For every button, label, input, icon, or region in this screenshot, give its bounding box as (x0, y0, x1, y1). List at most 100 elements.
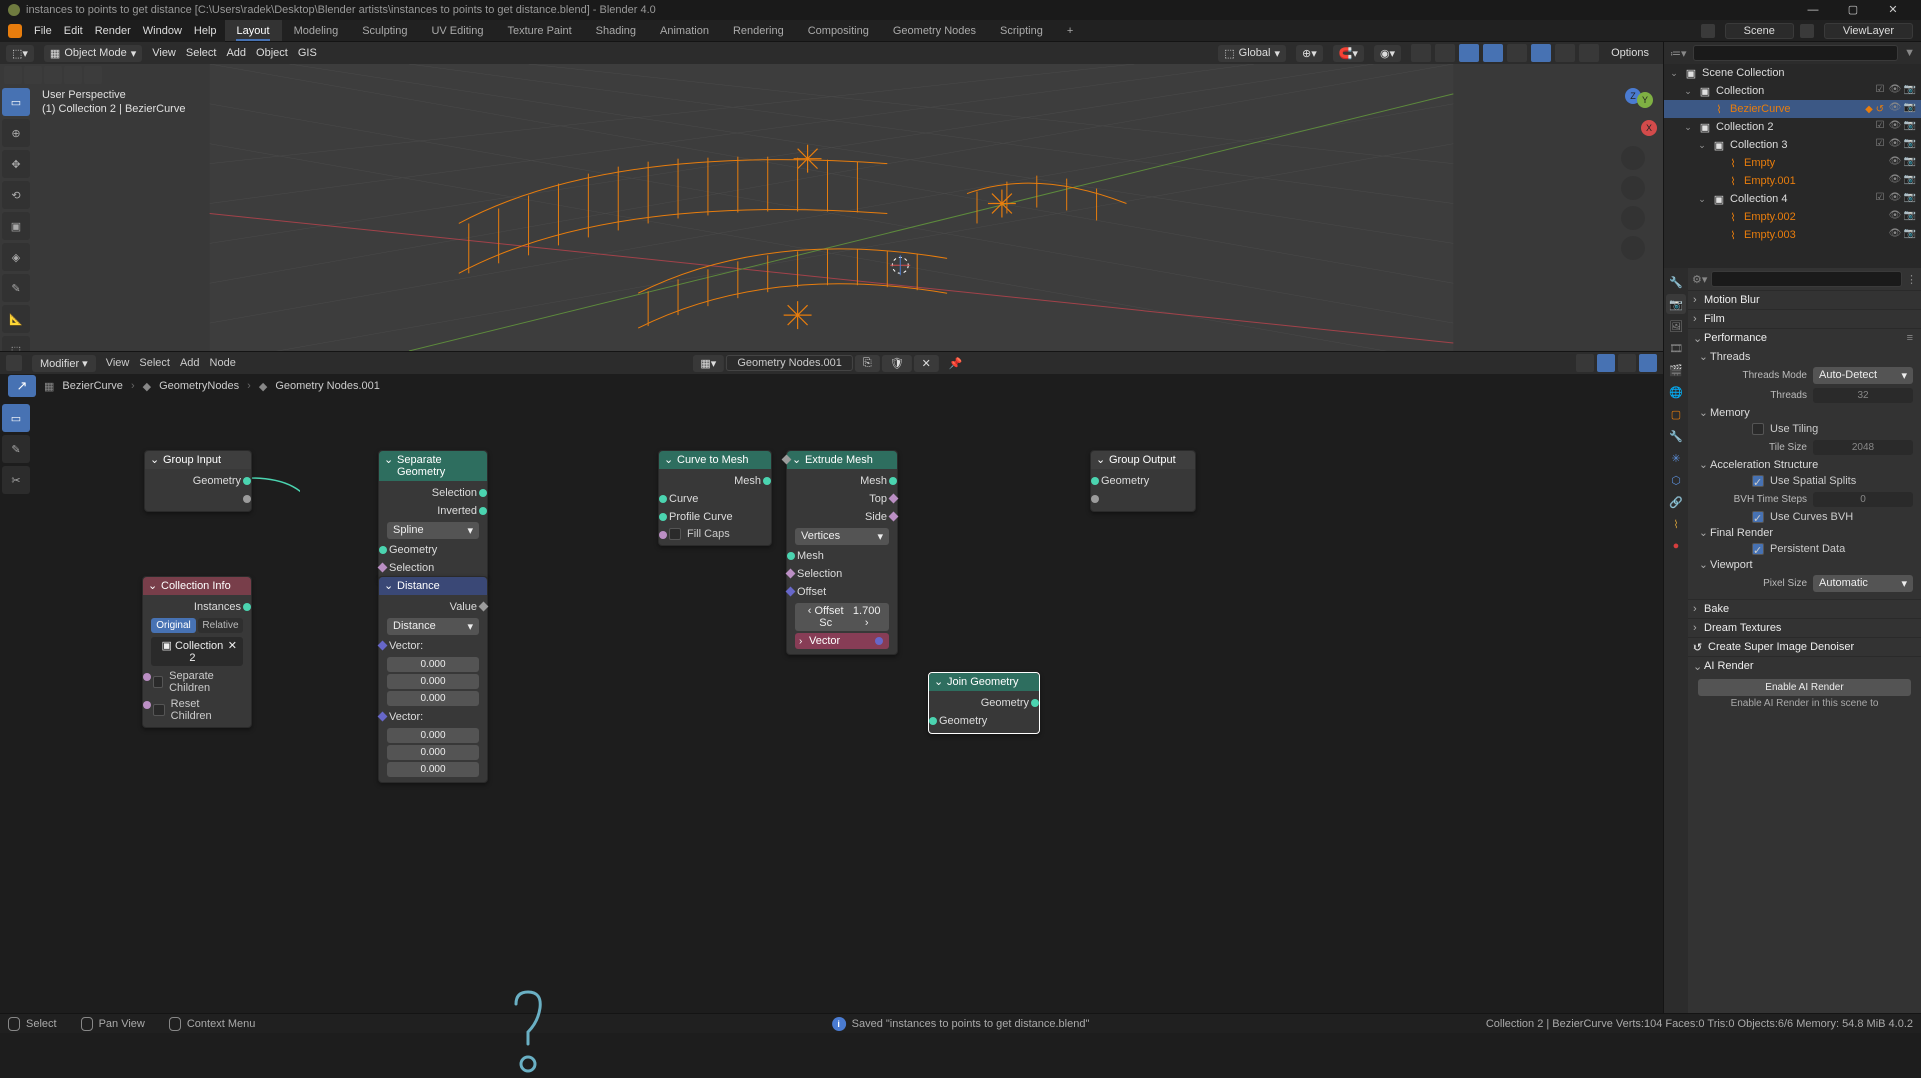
menu-window[interactable]: Window (143, 25, 182, 37)
node-head[interactable]: Join Geometry (929, 673, 1039, 691)
mode-dropdown[interactable]: ▦ Object Mode ▾ (44, 45, 142, 62)
ptab-viewlayer[interactable]: 🎞 (1666, 338, 1686, 358)
node-head[interactable]: Curve to Mesh (659, 451, 771, 469)
ptab-data[interactable]: ⌇ (1666, 514, 1686, 534)
socket-geo[interactable]: Geometry (389, 544, 437, 556)
pivot-dropdown[interactable]: ⊕▾ (1296, 45, 1323, 62)
crumb-group[interactable]: Geometry Nodes.001 (275, 380, 380, 392)
toggle-original[interactable]: Original (151, 618, 196, 633)
vec-field[interactable]: 0.000 (387, 691, 479, 706)
nodegroup-name-field[interactable]: Geometry Nodes.001 (726, 355, 853, 371)
socket-geo-out[interactable]: Geometry (981, 697, 1029, 709)
workspace-tab-modeling[interactable]: Modeling (282, 20, 351, 41)
vec-field[interactable]: 0.000 (387, 745, 479, 760)
viewport-canvas[interactable] (0, 64, 1663, 351)
menu-help[interactable]: Help (194, 25, 217, 37)
ptab-material[interactable]: ● (1666, 536, 1686, 556)
ptab-world[interactable]: 🌐 (1666, 382, 1686, 402)
tool-transform[interactable]: ◈ (2, 243, 30, 271)
tool-cursor[interactable]: ⊕ (2, 119, 30, 147)
viewlayer-dropdown[interactable]: ViewLayer (1824, 23, 1913, 39)
shade-rendered-icon[interactable] (1579, 44, 1599, 62)
tree-row[interactable]: ⌇Empty.002👁📷 (1664, 208, 1921, 226)
tool-select[interactable]: ▭ (2, 88, 30, 116)
workspace-tab-sculpting[interactable]: Sculpting (350, 20, 419, 41)
menu-edit[interactable]: Edit (64, 25, 83, 37)
vp-options-dropdown[interactable]: Options (1603, 45, 1657, 61)
xray-icon[interactable] (1483, 44, 1503, 62)
socket-inverted[interactable]: Inverted (437, 505, 477, 517)
ne-overlay-icon[interactable] (1576, 354, 1594, 372)
node-group-input[interactable]: Group Input Geometry (144, 450, 252, 512)
nodegroup-pin-icon[interactable]: 📌 (941, 355, 971, 372)
node-head[interactable]: Extrude Mesh (787, 451, 897, 469)
selectability-icon[interactable] (1411, 44, 1431, 62)
node-head[interactable]: Group Input (145, 451, 251, 469)
tool-move[interactable]: ✥ (2, 150, 30, 178)
tool-rotate[interactable]: ⟲ (2, 181, 30, 209)
ortho-icon[interactable] (1621, 236, 1645, 260)
editor-type-dropdown[interactable]: ⬚▾ (6, 45, 34, 62)
subpanel-accel[interactable]: Acceleration Structure (1696, 457, 1913, 473)
panel-sid[interactable]: ↺Create Super Image Denoiser (1688, 638, 1921, 656)
subpanel-final[interactable]: Final Render (1696, 525, 1913, 541)
overlay-toggle-icon[interactable] (1459, 44, 1479, 62)
outliner[interactable]: ≔▾ ▼ ⌄▣ Scene Collection ⌄▣Collection☑👁📷… (1664, 42, 1921, 268)
tool-measure[interactable]: 📐 (2, 305, 30, 333)
ne-menu-select[interactable]: Select (139, 357, 170, 369)
axis-x-icon[interactable]: X (1641, 120, 1657, 136)
enable-ai-button[interactable]: Enable AI Render (1698, 679, 1911, 696)
orientation-dropdown[interactable]: ⬚ Global ▾ (1218, 45, 1286, 62)
ne-snap-icon[interactable] (1618, 354, 1636, 372)
ne-other-icon[interactable] (1639, 354, 1657, 372)
sel-btn-2[interactable] (24, 66, 42, 84)
chk-usetiling[interactable] (1752, 423, 1764, 435)
tree-row[interactable]: ⌄▣Collection☑👁📷 (1664, 82, 1921, 100)
breadcrumb-up-button[interactable]: ↗ (8, 375, 36, 397)
workspace-tab-geonodes[interactable]: Geometry Nodes (881, 20, 988, 41)
sel-btn-1[interactable] (4, 66, 22, 84)
workspace-tab-uv[interactable]: UV Editing (419, 20, 495, 41)
socket-side[interactable]: Side (865, 511, 887, 523)
vec-field[interactable]: 0.000 (387, 657, 479, 672)
add-workspace-button[interactable]: + (1055, 20, 1085, 41)
axis-y-icon[interactable]: Y (1637, 92, 1653, 108)
socket-top[interactable]: Top (869, 493, 887, 505)
node-canvas[interactable]: Group Input Geometry Collection Info Ins… (0, 398, 1663, 1013)
socket-sel-in[interactable]: Selection (797, 568, 842, 580)
ne-menu-node[interactable]: Node (210, 357, 236, 369)
tool-scale[interactable]: ▣ (2, 212, 30, 240)
node-join-geometry[interactable]: Join Geometry Geometry Geometry (928, 672, 1040, 734)
panel-performance[interactable]: Performance ≡ (1688, 329, 1921, 347)
ptab-particles[interactable]: ✳ (1666, 448, 1686, 468)
subpanel-memory[interactable]: Memory (1696, 405, 1913, 421)
collection-field[interactable]: ▣ Collection 2✕ (151, 637, 243, 666)
menu-render[interactable]: Render (95, 25, 131, 37)
vp-menu-add[interactable]: Add (226, 47, 246, 59)
vec-field[interactable]: 0.000 (387, 762, 479, 777)
vp-menu-object[interactable]: Object (256, 47, 288, 59)
socket-mesh-in[interactable]: Mesh (797, 550, 824, 562)
subpanel-viewport[interactable]: Viewport (1696, 557, 1913, 573)
node-collection-info[interactable]: Collection Info Instances Original Relat… (142, 576, 252, 728)
tree-row[interactable]: ⌄▣Collection 4☑👁📷 (1664, 190, 1921, 208)
sel-btn-4[interactable] (64, 66, 82, 84)
socket-mesh[interactable]: Mesh (860, 475, 887, 487)
snap-toggle[interactable]: 🧲▾ (1333, 45, 1364, 62)
socket-geo-in[interactable]: Geometry (939, 715, 987, 727)
outliner-editor-icon[interactable]: ≔▾ (1670, 47, 1687, 60)
browse-nodegroup-icon[interactable]: ▦▾ (692, 355, 724, 372)
viewport-3d[interactable]: ⬚▾ ▦ Object Mode ▾ View Select Add Objec… (0, 42, 1663, 352)
props-search[interactable] (1711, 271, 1902, 287)
panel-motionblur[interactable]: Motion Blur (1688, 291, 1921, 309)
node-editor-type-icon[interactable] (6, 355, 22, 371)
socket-mesh[interactable]: Mesh (734, 475, 761, 487)
chk-fillcaps[interactable] (669, 528, 681, 540)
nav-gizmo[interactable]: Z Y X (1609, 92, 1657, 140)
props-options-icon[interactable]: ⋮ (1906, 273, 1917, 286)
socket-curve[interactable]: Curve (669, 493, 698, 505)
ptab-object[interactable]: ▢ (1666, 404, 1686, 424)
outliner-search[interactable] (1693, 45, 1899, 61)
tool-addcube[interactable]: ⬚ (2, 336, 30, 352)
socket-profile[interactable]: Profile Curve (669, 511, 733, 523)
